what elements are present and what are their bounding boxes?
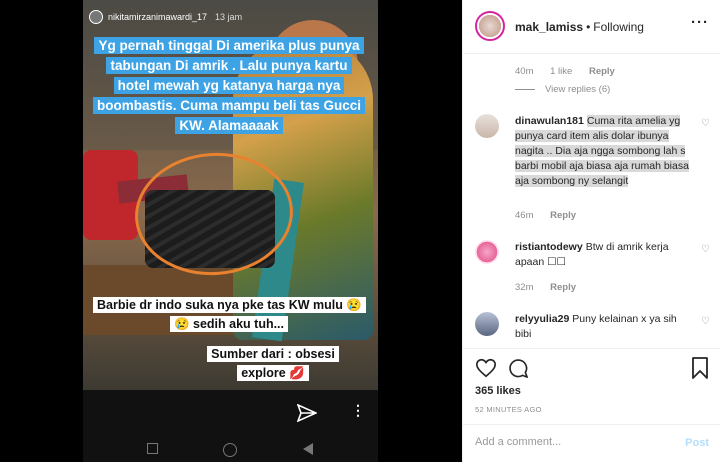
post-button[interactable]: Post [685,437,709,449]
reply-button[interactable]: Reply [550,210,576,221]
reply-button[interactable]: Reply [550,282,576,293]
more-vertical-icon: ⋮ [351,402,365,418]
avatar[interactable] [475,240,499,264]
story-caption-top: Yg pernah tinggal Di amerika plus punya … [93,36,366,136]
story-header: nikitamirzanimawardi_17 13 jam [89,10,242,24]
comment-item: relyyulia29 Puny kelainan x ya sih bibi ♡ [475,312,711,348]
story-caption-mid: Barbie dr indo suka nya pke tas KW mulu … [93,296,366,334]
likes-count[interactable]: 365 likes [475,385,521,397]
comment-item: dinawulan181 Cuma rita amelia yg punya ca… [475,114,711,224]
separator: • [586,20,591,34]
android-nav-bar [83,438,378,462]
heart-icon[interactable]: ♡ [701,244,711,255]
bookmark-icon[interactable] [691,357,709,379]
comment-icon[interactable] [507,357,529,379]
reply-button[interactable]: Reply [589,66,615,77]
comment-likes[interactable]: 1 like [550,66,572,77]
story-actions: ⋮ [83,398,378,428]
comment-body: ristiantodewy Btw di amrik kerja apaan ☐☐ [515,240,695,270]
story-caption-bottom: Sumber dari : obsesi explore 💋 [193,345,353,383]
recent-apps-icon [147,443,158,454]
story-username: nikitamirzanimawardi_17 [108,12,208,22]
home-icon [223,443,237,457]
like-heart-icon[interactable] [475,357,497,379]
post-side-panel: mak_lamiss • Following ··· 40m 1 like Repl… [462,0,720,462]
more-options-icon[interactable]: ··· [691,14,709,31]
comment-body: relyyulia29 Puny kelainan x ya sih bibi [515,312,695,342]
post-timestamp: 52 MINUTES AGO [475,405,542,414]
comment-time: 40m [515,66,534,77]
header-user: mak_lamiss • Following [515,20,644,34]
post-header: mak_lamiss • Following ··· [463,0,720,54]
comment-meta-row: 40m 1 like Reply [475,66,711,86]
comment-username[interactable]: ristiantodewy [515,241,583,253]
heart-icon[interactable]: ♡ [701,316,711,327]
header-username[interactable]: mak_lamiss [515,20,583,34]
post-media[interactable]: nikitamirzanimawardi_17 13 jam Yg pernah… [0,0,462,462]
avatar[interactable] [475,312,499,336]
add-comment-bar: Post [463,424,720,462]
avatar[interactable] [475,11,505,41]
comment-username[interactable]: dinawulan181 [515,115,584,127]
comment-time: 46m [515,210,534,221]
avatar[interactable] [475,114,499,138]
send-icon [297,404,317,422]
heart-icon[interactable]: ♡ [701,118,711,129]
add-comment-input[interactable] [475,436,675,448]
view-replies-button[interactable]: View replies (6) [515,84,610,95]
comment-username[interactable]: relyyulia29 [515,313,569,325]
back-icon [303,443,313,455]
story-time: 13 jam [215,12,243,22]
story-avatar [89,10,103,24]
comments-list[interactable]: 40m 1 like Reply View replies (6) dinawu… [463,54,720,348]
comment-time: 32m [515,282,534,293]
comment-item: ristiantodewy Btw di amrik kerja apaan ☐☐… [475,240,711,300]
follow-button[interactable]: Following [593,20,644,34]
story-screenshot: nikitamirzanimawardi_17 13 jam Yg pernah… [83,0,378,462]
comment-body: dinawulan181 Cuma rita amelia yg punya ca… [515,114,695,189]
